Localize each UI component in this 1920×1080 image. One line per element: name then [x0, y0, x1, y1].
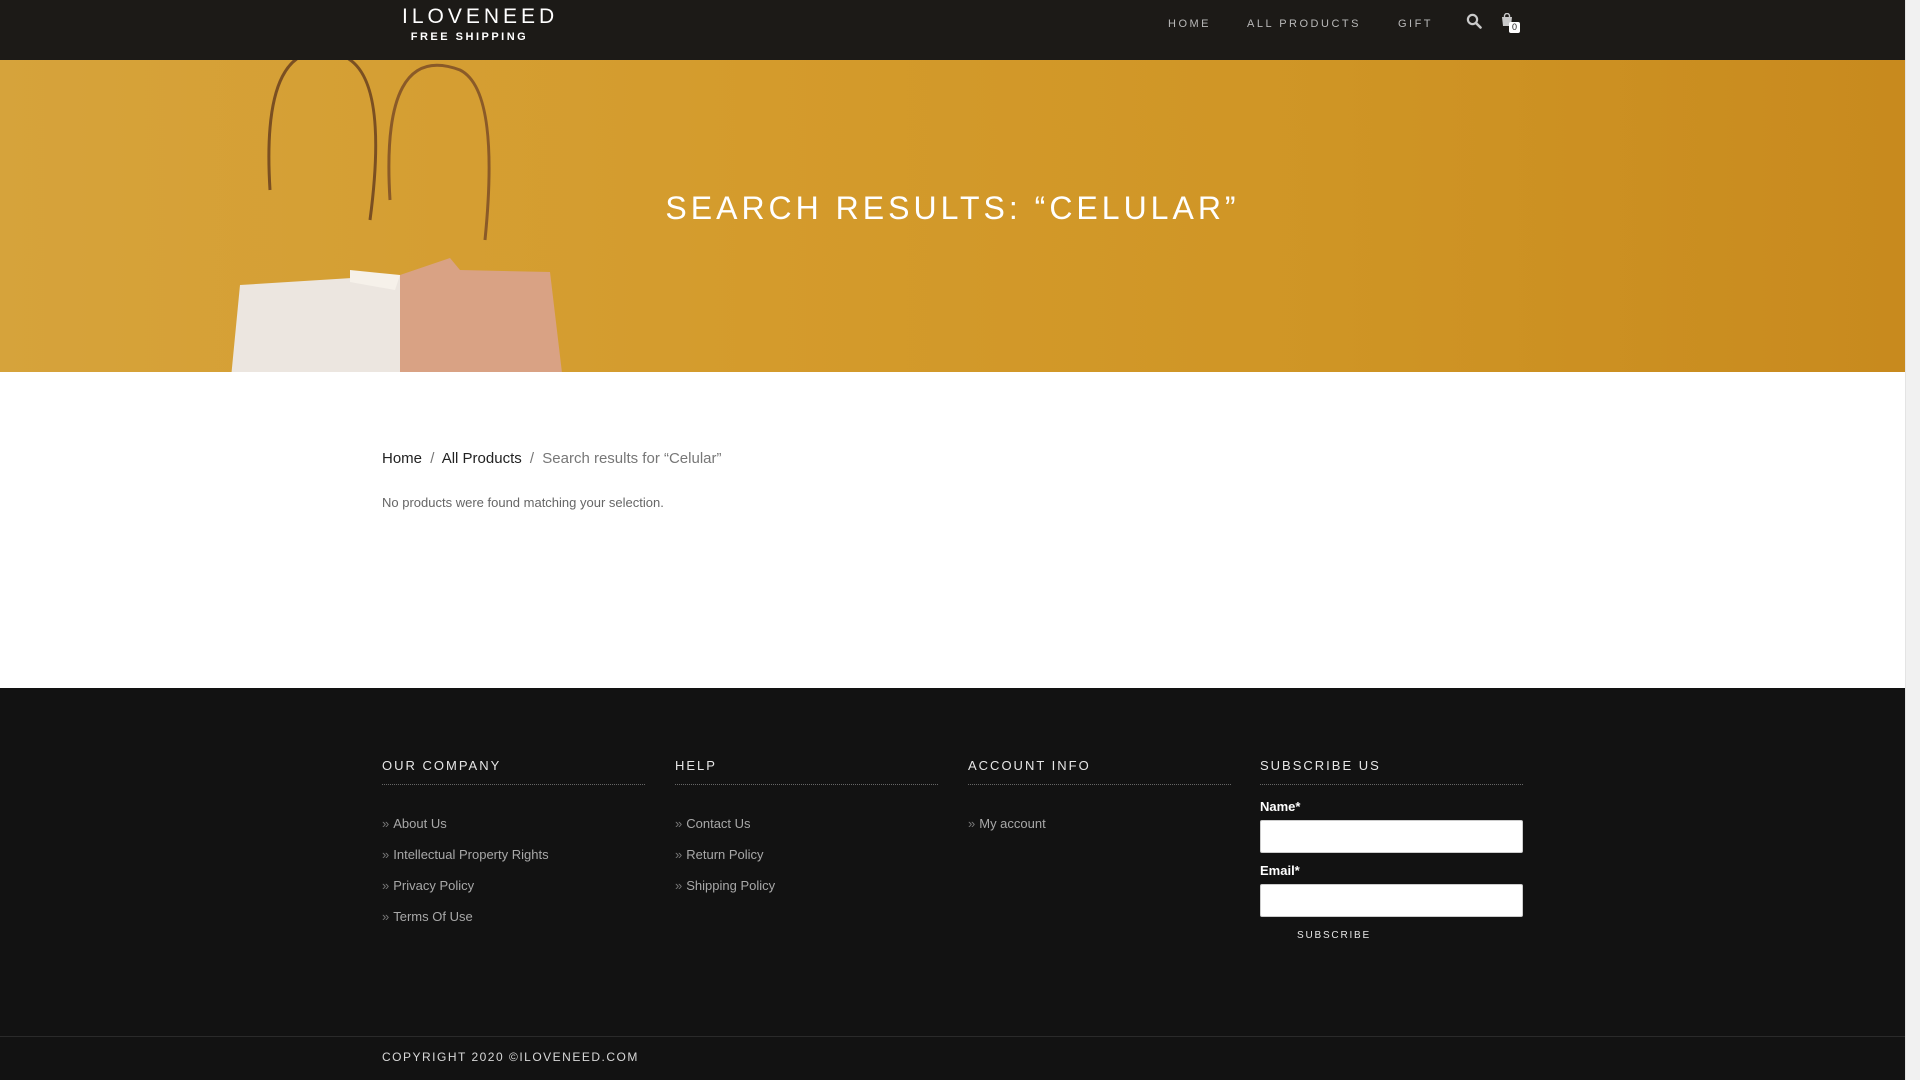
bullet-icon: »: [675, 816, 683, 831]
copyright-text: COPYRIGHT 2020 ©ILOVENEED.COM: [382, 1050, 639, 1064]
nav-home[interactable]: HOME: [1168, 18, 1211, 30]
bullet-icon: »: [382, 878, 390, 893]
footer-heading: SUBSCRIBE US: [1260, 758, 1523, 785]
footer-subscribe: SUBSCRIBE US Name* Email* SUBSCRIBE: [1260, 758, 1523, 941]
bullet-icon: »: [382, 847, 390, 862]
list-item: » About Us: [382, 808, 645, 839]
bullet-icon: »: [382, 816, 390, 831]
breadcrumb-separator: /: [529, 450, 535, 467]
list-item: » Privacy Policy: [382, 870, 645, 901]
bullet-icon: »: [675, 878, 683, 893]
footer-link-shipping-policy[interactable]: Shipping Policy: [686, 878, 775, 893]
breadcrumb-current: Search results for “Celular”: [542, 450, 722, 467]
footer-heading: HELP: [675, 758, 938, 785]
footer-heading: ACCOUNT INFO: [968, 758, 1231, 785]
site-logo[interactable]: ILOVENEED FREE SHIPPING: [402, 4, 559, 44]
bullet-icon: »: [675, 847, 683, 862]
list-item: » My account: [968, 808, 1231, 839]
email-field[interactable]: [1260, 884, 1523, 917]
no-products-message: No products were found matching your sel…: [382, 495, 664, 510]
breadcrumb-separator: /: [430, 450, 435, 467]
breadcrumb-all-products[interactable]: All Products: [442, 450, 522, 467]
nav-gift[interactable]: GIFT: [1398, 18, 1433, 30]
footer-link-contact-us[interactable]: Contact Us: [686, 816, 750, 831]
email-label: Email*: [1260, 863, 1300, 878]
cart-count-badge: 0: [1509, 22, 1520, 33]
breadcrumb: Home / All Products / Search results for…: [382, 450, 722, 467]
bullet-icon: »: [382, 909, 390, 924]
site-footer: OUR COMPANY » About Us » Intellectual Prop…: [0, 688, 1905, 1080]
list-item: » Return Policy: [675, 839, 938, 870]
hero-banner: SEARCH RESULTS: “CELULAR”: [0, 60, 1905, 372]
footer-link-privacy-policy[interactable]: Privacy Policy: [393, 878, 474, 893]
footer-account-info: ACCOUNT INFO » My account: [968, 758, 1231, 839]
footer-heading: OUR COMPANY: [382, 758, 645, 785]
footer-divider: [0, 1036, 1905, 1037]
logo-title: ILOVENEED: [402, 5, 559, 28]
search-icon[interactable]: [1466, 13, 1484, 31]
page-title: SEARCH RESULTS: “CELULAR”: [665, 190, 1240, 226]
footer-link-ip-rights[interactable]: Intellectual Property Rights: [393, 847, 548, 862]
nav-all-products[interactable]: ALL PRODUCTS: [1247, 18, 1361, 30]
footer-help: HELP » Contact Us » Return Policy » Shippin…: [675, 758, 938, 901]
header-icons: 0: [1466, 12, 1520, 33]
list-item: » Intellectual Property Rights: [382, 839, 645, 870]
breadcrumb-home[interactable]: Home: [382, 450, 422, 467]
name-label: Name*: [1260, 799, 1301, 814]
bullet-icon: »: [968, 816, 976, 831]
footer-link-terms-of-use[interactable]: Terms Of Use: [393, 909, 472, 924]
footer-link-about-us[interactable]: About Us: [393, 816, 446, 831]
site-header: ILOVENEED FREE SHIPPING HOME ALL PRODUCT…: [0, 0, 1905, 60]
footer-our-company: OUR COMPANY » About Us » Intellectual Prop…: [382, 758, 645, 932]
footer-link-return-policy[interactable]: Return Policy: [686, 847, 763, 862]
page-scrollbar[interactable]: [1905, 0, 1920, 1080]
main-nav: HOME ALL PRODUCTS GIFT: [1168, 0, 1467, 48]
subscribe-button[interactable]: SUBSCRIBE: [1297, 930, 1371, 941]
footer-link-my-account[interactable]: My account: [979, 816, 1045, 831]
list-item: » Shipping Policy: [675, 870, 938, 901]
list-item: » Terms Of Use: [382, 901, 645, 932]
cart-button[interactable]: 0: [1500, 12, 1520, 33]
list-item: » Contact Us: [675, 808, 938, 839]
name-field[interactable]: [1260, 820, 1523, 853]
logo-tagline: FREE SHIPPING: [410, 31, 529, 43]
